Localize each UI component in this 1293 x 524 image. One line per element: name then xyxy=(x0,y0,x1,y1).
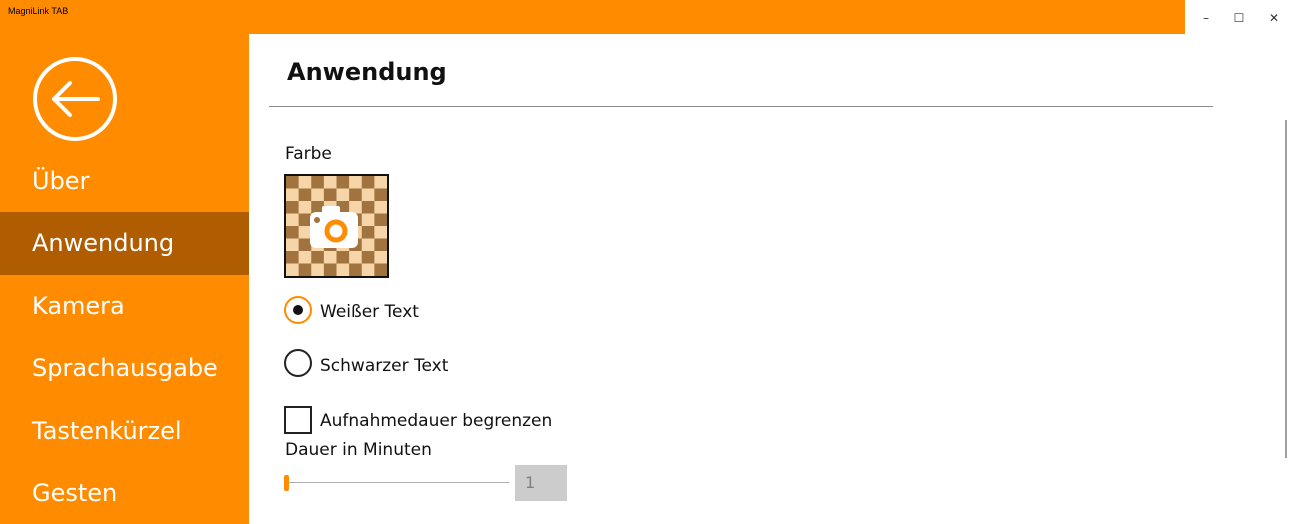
back-button[interactable] xyxy=(32,56,118,142)
main-content: Anwendung Farbe Weißer Text Schwarzer Te… xyxy=(249,34,1293,524)
sidebar-item-anwendung[interactable]: Anwendung xyxy=(0,212,249,275)
sidebar: Über Anwendung Kamera Sprachausgabe Tast… xyxy=(0,34,249,524)
color-label: Farbe xyxy=(285,144,332,164)
duration-slider-track[interactable] xyxy=(285,482,509,483)
radio-black-text[interactable] xyxy=(284,349,312,377)
sidebar-item-sprachausgabe[interactable]: Sprachausgabe xyxy=(0,337,249,400)
color-swatch-button[interactable] xyxy=(284,174,389,278)
vertical-scrollbar[interactable] xyxy=(1285,120,1287,458)
app-title: MagniLink TAB xyxy=(8,6,69,16)
radio-white-text-label[interactable]: Weißer Text xyxy=(320,302,419,322)
page-title: Anwendung xyxy=(287,58,447,86)
radio-black-text-label[interactable]: Schwarzer Text xyxy=(320,356,448,376)
window-controls: – ☐ ✕ xyxy=(1185,0,1293,34)
back-arrow-icon xyxy=(33,57,117,141)
close-button[interactable]: ✕ xyxy=(1263,8,1285,28)
duration-value-field[interactable]: 1 xyxy=(515,465,567,501)
duration-slider-thumb[interactable] xyxy=(284,475,289,491)
sidebar-item-kamera[interactable]: Kamera xyxy=(0,275,249,338)
sidebar-item-ueber[interactable]: Über xyxy=(0,150,249,213)
limit-duration-checkbox[interactable] xyxy=(284,406,312,434)
sidebar-item-tastenkuerzel[interactable]: Tastenkürzel xyxy=(0,400,249,463)
title-bar: MagniLink TAB xyxy=(0,0,1185,34)
limit-duration-label[interactable]: Aufnahmedauer begrenzen xyxy=(320,411,552,431)
radio-white-text[interactable] xyxy=(284,296,312,324)
duration-label: Dauer in Minuten xyxy=(285,440,432,460)
maximize-button[interactable]: ☐ xyxy=(1228,8,1250,28)
minimize-button[interactable]: – xyxy=(1195,8,1217,28)
camera-icon xyxy=(310,206,358,248)
sidebar-item-gesten[interactable]: Gesten xyxy=(0,462,249,524)
title-divider xyxy=(269,106,1213,107)
checkerboard-preview xyxy=(286,176,388,277)
radio-selected-dot xyxy=(293,305,303,315)
